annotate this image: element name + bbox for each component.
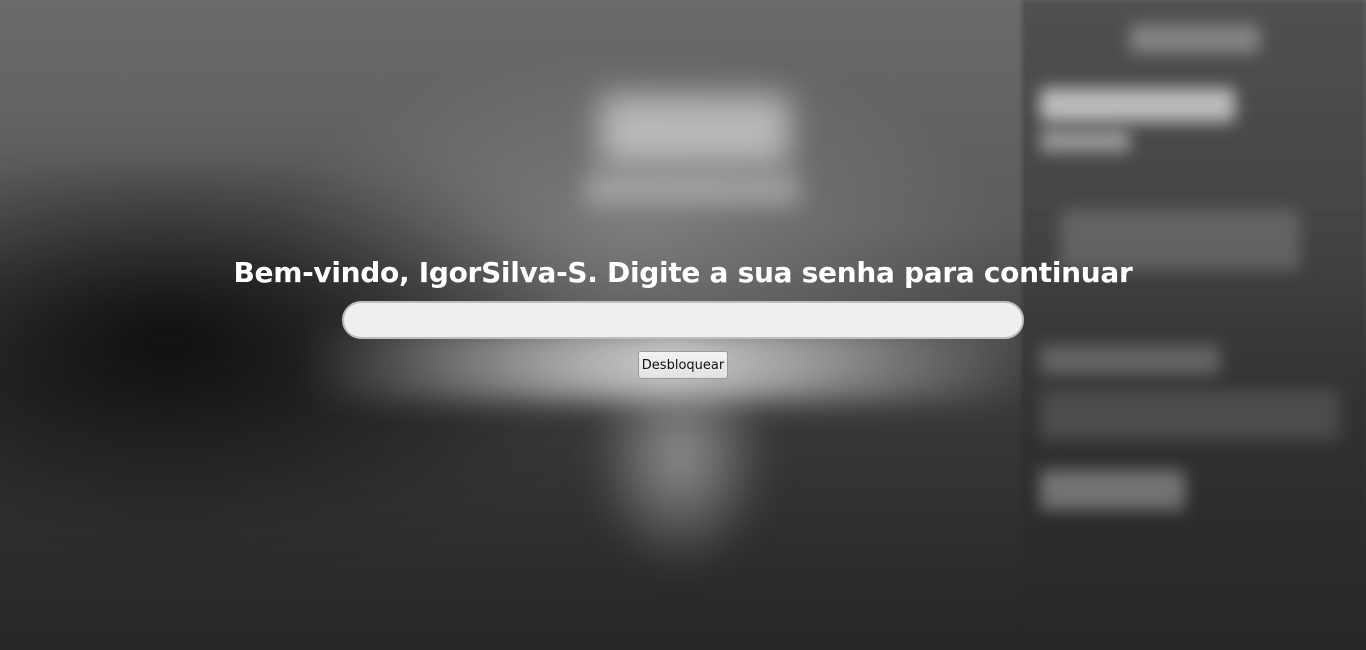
unlock-button[interactable]: Desbloquear [638,351,728,379]
password-input[interactable] [342,301,1024,339]
lock-screen: Bem-vindo, IgorSilva-S. Digite a sua sen… [0,0,1366,650]
welcome-message: Bem-vindo, IgorSilva-S. Digite a sua sen… [233,256,1133,289]
